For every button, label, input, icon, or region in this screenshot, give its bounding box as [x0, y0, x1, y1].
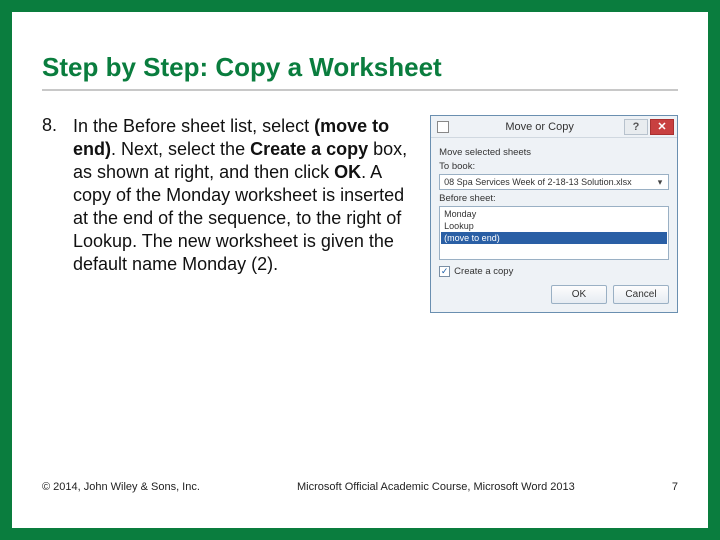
footer-page-number: 7 — [672, 481, 678, 493]
cancel-button[interactable]: Cancel — [613, 285, 669, 304]
list-item-selected[interactable]: (move to end) — [441, 232, 667, 244]
list-item[interactable]: Lookup — [441, 220, 667, 232]
to-book-label: To book: — [439, 161, 669, 172]
step-number: 8. — [42, 115, 73, 481]
create-copy-label: Create a copy — [454, 266, 513, 277]
to-book-combo[interactable]: 08 Spa Services Week of 2-18-13 Solution… — [439, 174, 669, 190]
t0: In the Before sheet list, select — [73, 116, 314, 136]
content-row: 8. In the Before sheet list, select (mov… — [42, 115, 678, 481]
dialog-buttons: OK Cancel — [439, 285, 669, 304]
before-sheet-list[interactable]: Monday Lookup (move to end) — [439, 206, 669, 260]
move-or-copy-dialog: Move or Copy ? ✕ Move selected sheets To… — [430, 115, 678, 313]
before-sheet-label: Before sheet: — [439, 193, 669, 204]
chevron-down-icon: ▾ — [653, 176, 667, 188]
footer: © 2014, John Wiley & Sons, Inc. Microsof… — [42, 481, 678, 493]
footer-copyright: © 2014, John Wiley & Sons, Inc. — [42, 481, 200, 493]
dialog-title: Move or Copy — [455, 121, 624, 133]
footer-course: Microsoft Official Academic Course, Micr… — [200, 481, 672, 493]
create-copy-row: ✓ Create a copy — [439, 266, 669, 277]
ok-button[interactable]: OK — [551, 285, 607, 304]
step-text: In the Before sheet list, select (move t… — [73, 115, 416, 481]
list-item[interactable]: Monday — [441, 208, 667, 220]
t3: Create a copy — [250, 139, 373, 159]
slide: Step by Step: Copy a Worksheet 8. In the… — [12, 12, 708, 528]
create-copy-checkbox[interactable]: ✓ — [439, 266, 450, 277]
move-selected-label: Move selected sheets — [439, 147, 669, 158]
to-book-value: 08 Spa Services Week of 2-18-13 Solution… — [444, 177, 631, 187]
step: 8. In the Before sheet list, select (mov… — [42, 115, 416, 481]
slide-title: Step by Step: Copy a Worksheet — [42, 52, 678, 91]
dialog-body: Move selected sheets To book: 08 Spa Ser… — [431, 138, 677, 312]
close-button[interactable]: ✕ — [650, 119, 674, 135]
help-button[interactable]: ? — [624, 119, 648, 135]
dialog-icon — [437, 121, 449, 133]
t5: OK — [334, 162, 361, 182]
t2: . Next, select the — [111, 139, 250, 159]
dialog-screenshot: Move or Copy ? ✕ Move selected sheets To… — [430, 115, 678, 481]
dialog-titlebar: Move or Copy ? ✕ — [431, 116, 677, 138]
